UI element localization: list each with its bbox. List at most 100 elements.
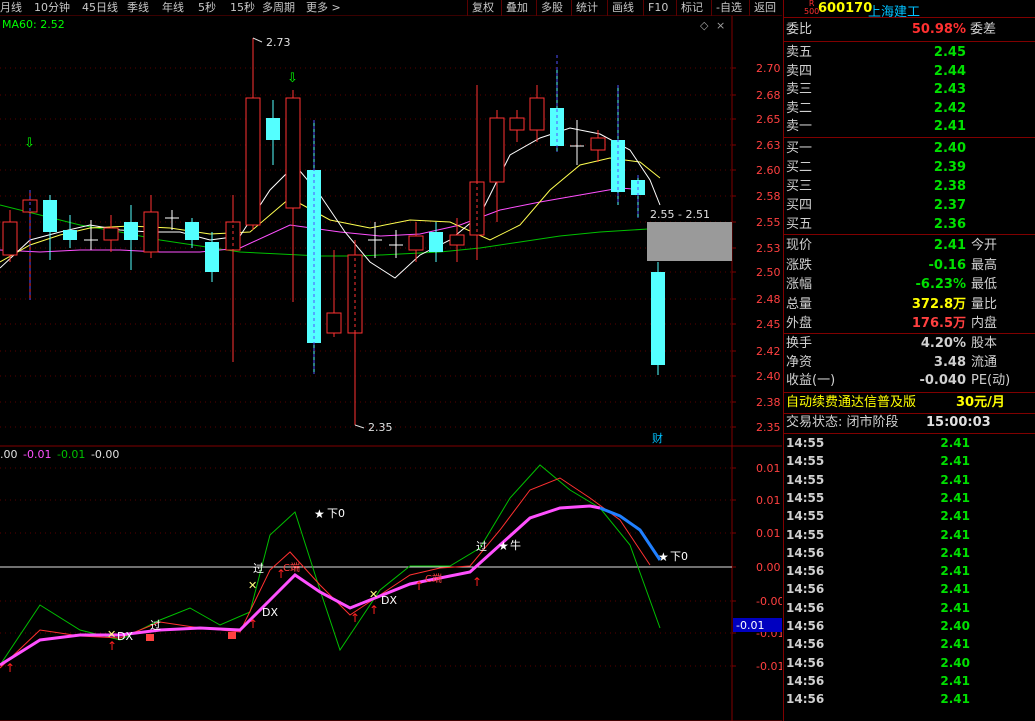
up-arrow-icon: ↑ [414,579,424,593]
candle-down [43,200,57,232]
sell-level-1-label: 卖一 [786,119,813,134]
ind-blue-line [599,506,662,561]
stat-row: 涨跌 -0.16 最高 [784,257,1035,275]
remove-watch-button[interactable]: -自选 [711,0,742,16]
buy-level-5-label: 买五 [786,217,813,232]
price-tick-label: 2.50 [756,266,781,279]
annotation-cb: C端 [425,572,442,585]
sell-level-3: 卖三 2.43 [784,81,1035,99]
indicator-label: .00 -0.01 -0.01 -0.00 [0,448,120,461]
tick-row: 14:55 2.41 [784,526,1035,544]
cross-icon: ✕ [248,579,257,592]
adjust-button[interactable]: 复权 [467,0,494,16]
sell-level-4-label: 卖四 [786,63,813,79]
stat-row-value: 2.41 [933,238,966,253]
candle-up [408,235,424,251]
signal-arrow-icon: ⇩ [24,136,35,151]
period-5s[interactable]: 5秒 [198,0,216,16]
tick-row: 14:55 2.41 [784,489,1035,507]
stat-row: 外盘 176.5万 内盘 [784,315,1035,333]
tick-row: 14:56 2.41 [784,635,1035,653]
tick-time: 14:55 [786,454,825,469]
multi-stock-button[interactable]: 多股 [536,0,563,16]
finance-marker[interactable]: 财 [652,431,663,445]
kline-chart[interactable]: ◇ × 2.70 2.68 2.65 2.63 2.60 2.58 2.55 2.53 2.50… [0,16,782,721]
sell-level-4: 卖四 2.44 [784,63,1035,81]
range-label: 2.55 - 2.51 [650,208,710,221]
tick-price: 2.41 [940,582,970,597]
cross-icon: ✕ [369,588,378,601]
tick-price: 2.41 [940,472,970,487]
star-icon: ★ [658,550,669,564]
promo-row[interactable]: 自动续费通达信普及版 30元/月 [784,394,1035,412]
stat-row-label2: 最低 [971,277,998,292]
price-tick-label: 2.53 [756,242,781,255]
tick-price: 2.41 [940,637,970,652]
period-year[interactable]: 年线 [162,0,184,16]
price-tick-label: 2.58 [756,190,781,203]
f10-button[interactable]: F10 [643,0,668,16]
stat2-row-label2: 流通 [971,354,998,370]
candle-up [449,234,465,246]
stat2-row: 换手 4.20% 股本 [784,335,1035,353]
stat2-row-label: 净资 [786,354,813,370]
up-arrow-icon: ↑ [248,617,258,631]
candle-up [2,221,18,256]
period-month[interactable]: 月线 [0,0,22,16]
tick-price: 2.41 [940,692,970,707]
stat2-row-label: 换手 [786,336,813,351]
stat-row-label: 外盘 [786,316,813,331]
stat2-row-value: 4.20% [920,336,966,351]
tick-price: 2.41 [940,564,970,579]
price-tick-label: 2.38 [756,396,781,409]
tick-time: 14:56 [786,582,825,597]
annotation-guo: 过 [253,562,264,575]
candle-down [185,222,199,240]
tick-row: 14:56 2.41 [784,562,1035,580]
overlay-button[interactable]: 叠加 [501,0,528,16]
period-quarter[interactable]: 季线 [127,0,149,16]
price-grid [0,67,732,428]
candle-up [489,117,505,183]
period-45day[interactable]: 45日线 [82,0,118,16]
candle-up [285,97,301,209]
quote-panel: R 500 600170 上海建工 委比 50.98% 委差 自动续费通达信普及版… [783,0,1035,721]
stat-row-value: 372.8万 [911,296,966,312]
period-15s[interactable]: 15秒 [230,0,255,16]
annotation-guo: 过 [150,619,161,632]
indicator-tick-label: -0.00 [756,595,782,608]
tick-time: 14:55 [786,509,825,524]
sell-level-4-value: 2.44 [933,63,966,79]
stat2-row-label: 收益(一) [786,373,836,388]
back-button[interactable]: 返回 [749,0,776,16]
tick-row: 14:55 2.41 [784,434,1035,452]
tick-row: 14:56 2.41 [784,544,1035,562]
low-label: 2.35 [368,421,393,434]
stats-button[interactable]: 统计 [571,0,598,16]
tick-row: 14:55 2.41 [784,452,1035,470]
price-tick-label: 2.68 [756,89,781,102]
cross-icon: ✕ [107,628,116,641]
up-arrow-icon: ↑ [350,611,360,625]
stat-row-label: 涨幅 [786,277,813,292]
stat-row-value: -6.23% [915,277,967,292]
tick-row: 14:55 2.41 [784,507,1035,525]
draw-button[interactable]: 画线 [607,0,634,16]
more-periods[interactable]: 更多 > [306,0,341,16]
buy-level-5-value: 2.36 [933,217,966,232]
buy-level-3: 买三 2.38 [784,178,1035,196]
period-10min[interactable]: 10分钟 [34,0,70,16]
candle-up [509,117,525,131]
stat2-row-value: 3.48 [933,354,966,370]
close-icon[interactable]: × [716,19,725,32]
mark-button[interactable]: 标记 [676,0,703,16]
multi-period[interactable]: 多周期 [262,0,295,16]
tick-time: 14:55 [786,436,825,450]
stat-row: 现价 2.41 今开 [784,237,1035,255]
tick-time: 14:56 [786,673,825,688]
buy-level-5: 买五 2.36 [784,216,1035,234]
low-pointer [354,424,365,429]
ind-red-line [0,477,651,669]
diamond-icon[interactable]: ◇ [700,19,709,32]
candle-up [245,97,261,226]
